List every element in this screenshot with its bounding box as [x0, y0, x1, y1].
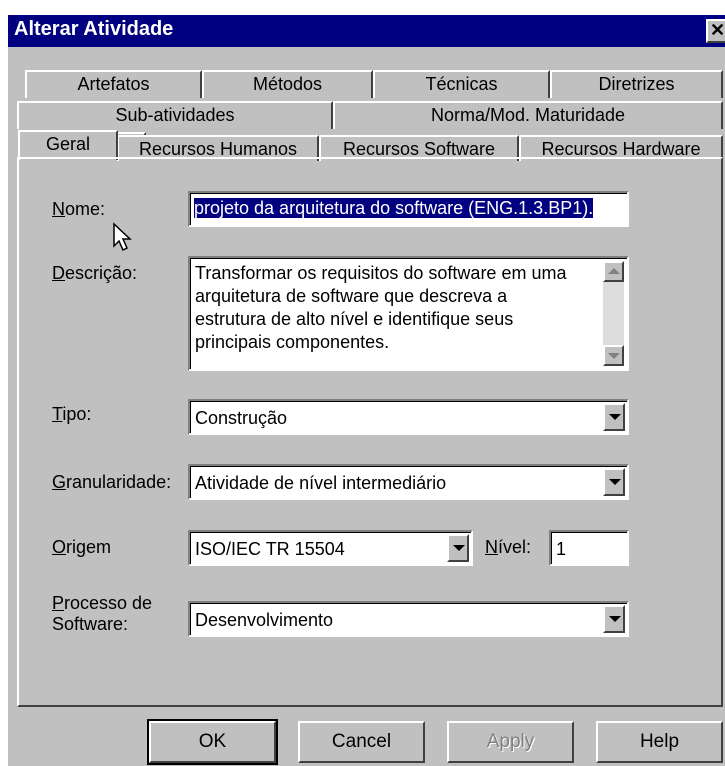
tab-metodos[interactable]: Métodos — [202, 70, 373, 98]
apply-button[interactable]: Apply — [447, 721, 574, 763]
nome-value: projeto da arquitetura do software (ENG.… — [194, 198, 594, 218]
ok-button[interactable]: OK — [147, 719, 278, 765]
nome-label: Nome: — [52, 199, 106, 219]
tab-artefatos[interactable]: Artefatos — [25, 70, 202, 98]
tab-diretrizes[interactable]: Diretrizes — [550, 70, 723, 98]
chevron-down-icon[interactable] — [447, 534, 469, 562]
processo-value: Desenvolvimento — [195, 610, 334, 630]
chevron-down-icon[interactable] — [603, 403, 625, 431]
descricao-line: Transformar os requisitos do software em… — [195, 263, 567, 283]
nivel-value: 1 — [556, 539, 567, 559]
scroll-up-arrow-icon[interactable] — [603, 261, 624, 282]
mouse-cursor-icon — [113, 222, 132, 252]
title-bar[interactable]: Alterar Atividade ✕ — [8, 15, 725, 47]
descricao-textarea[interactable]: Transformar os requisitos do software em… — [188, 256, 629, 371]
tab-geral-active[interactable]: Geral — [18, 130, 118, 160]
nome-field[interactable]: projeto da arquitetura do software (ENG.… — [188, 191, 629, 227]
descricao-scrollbar[interactable] — [603, 261, 624, 366]
origem-value: ISO/IEC TR 15504 — [195, 539, 345, 559]
cancel-button[interactable]: Cancel — [298, 721, 425, 763]
window-title: Alterar Atividade — [14, 18, 174, 40]
tab-sub-atividades[interactable]: Sub-atividades — [17, 101, 333, 129]
granularidade-value: Atividade de nível intermediário — [195, 473, 447, 493]
nivel-label: Nível: — [485, 537, 532, 557]
help-button[interactable]: Help — [596, 721, 723, 763]
descricao-line: arquitetura de software que descreva a — [195, 286, 508, 306]
descricao-label: Descrição: — [52, 263, 138, 283]
origem-label: Origem — [52, 537, 112, 557]
tipo-value: Construção — [195, 408, 288, 428]
descricao-line: estrutura de alto nível e identifique se… — [195, 309, 514, 329]
processo-select[interactable]: Desenvolvimento — [188, 601, 629, 637]
granularidade-select[interactable]: Atividade de nível intermediário — [188, 464, 629, 500]
chevron-down-icon[interactable] — [603, 468, 625, 496]
tab-norma-maturidade[interactable]: Norma/Mod. Maturidade — [333, 101, 723, 129]
tipo-label: Tipo: — [52, 404, 92, 424]
scroll-down-arrow-icon[interactable] — [603, 345, 624, 366]
descricao-line: principais componentes. — [195, 332, 390, 352]
granularidade-label: Granularidade: — [52, 472, 172, 492]
chevron-down-icon[interactable] — [603, 605, 625, 633]
tipo-select[interactable]: Construção — [188, 399, 629, 435]
tab-tecnicas[interactable]: Técnicas — [373, 70, 550, 98]
nivel-field[interactable]: 1 — [549, 530, 629, 566]
processo-label: Processo de Software: — [52, 593, 153, 634]
close-icon[interactable]: ✕ — [706, 19, 725, 43]
origem-select[interactable]: ISO/IEC TR 15504 — [188, 530, 473, 566]
